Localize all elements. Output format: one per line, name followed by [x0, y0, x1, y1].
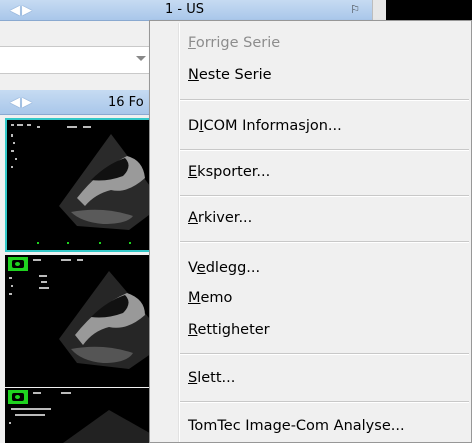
- menu-item-attachments-accel: e: [196, 260, 206, 276]
- menu-separator: [180, 401, 469, 403]
- ultrasound-thumbnail-1[interactable]: [5, 118, 155, 252]
- menu-item-next-series[interactable]: Neste Serie: [188, 64, 272, 86]
- ultrasound-image-1: [7, 120, 153, 250]
- chevron-down-icon[interactable]: [136, 56, 146, 61]
- menu-gutter-highlight: [179, 23, 180, 442]
- menu-item-memo[interactable]: Memo: [188, 287, 232, 309]
- menu-item-attachments[interactable]: Vedlegg...: [188, 257, 260, 279]
- video-badge-icon: [8, 257, 28, 271]
- menu-item-permissions[interactable]: Rettigheter: [188, 319, 270, 341]
- menu-item-next-series-accel: N: [188, 67, 199, 83]
- ultrasound-thumbnail-3[interactable]: [5, 388, 155, 443]
- menu-item-tomtec-analysis[interactable]: TomTec Image-Com Analyse...: [188, 415, 405, 437]
- menu-item-delete-accel: S: [188, 370, 198, 386]
- menu-item-previous-series[interactable]: Forrige Serie: [188, 32, 280, 54]
- menu-item-archive-label: rkiver...: [197, 210, 253, 226]
- menu-item-delete-label: lett...: [197, 370, 236, 386]
- menu-item-next-series-label: este Serie: [198, 67, 272, 83]
- series-header-2-title: 16 Fo: [108, 95, 144, 110]
- menu-separator: [180, 149, 469, 151]
- menu-item-attachments-post: dlegg...: [205, 260, 261, 276]
- menu-item-memo-label: emo: [200, 290, 233, 306]
- menu-item-previous-series-label: orrige Serie: [195, 35, 281, 51]
- menu-item-previous-series-accel: F: [188, 35, 196, 51]
- context-menu: Forrige Serie Neste Serie DICOM Informas…: [149, 20, 472, 443]
- menu-separator: [180, 99, 469, 101]
- menu-separator: [180, 241, 469, 243]
- series-header-title: 1 - US: [165, 2, 204, 17]
- menu-item-export-accel: E: [188, 164, 198, 180]
- series-nav-arrows-icon[interactable]: ◀▶: [10, 3, 34, 18]
- menu-separator: [180, 195, 469, 197]
- video-badge-icon-3: [8, 390, 28, 404]
- menu-item-attachments-pre: V: [188, 260, 197, 276]
- menu-item-dicom-info-pre: D: [188, 118, 200, 134]
- menu-item-dicom-info-post: COM Informasjon...: [203, 118, 342, 134]
- flag-icon[interactable]: ⚐: [350, 3, 360, 16]
- menu-item-dicom-info[interactable]: DICOM Informasjon...: [188, 115, 342, 137]
- series-nav-arrows-icon-2[interactable]: ◀▶: [10, 95, 34, 110]
- menu-item-archive[interactable]: Arkiver...: [188, 207, 252, 229]
- menu-item-archive-accel: A: [188, 210, 198, 226]
- menu-item-permissions-label: ettigheter: [197, 322, 270, 338]
- menu-item-delete[interactable]: Slett...: [188, 367, 235, 389]
- menu-item-export-label: ksporter...: [197, 164, 271, 180]
- menu-item-export[interactable]: Eksporter...: [188, 161, 270, 183]
- menu-item-memo-accel: M: [188, 290, 201, 306]
- ultrasound-image-2: [5, 255, 155, 387]
- series-dropdown[interactable]: [0, 46, 150, 74]
- menu-separator: [180, 353, 469, 355]
- ultrasound-thumbnail-2[interactable]: [5, 255, 155, 387]
- series-header[interactable]: ◀▶ 1 - US ⚐: [0, 0, 385, 21]
